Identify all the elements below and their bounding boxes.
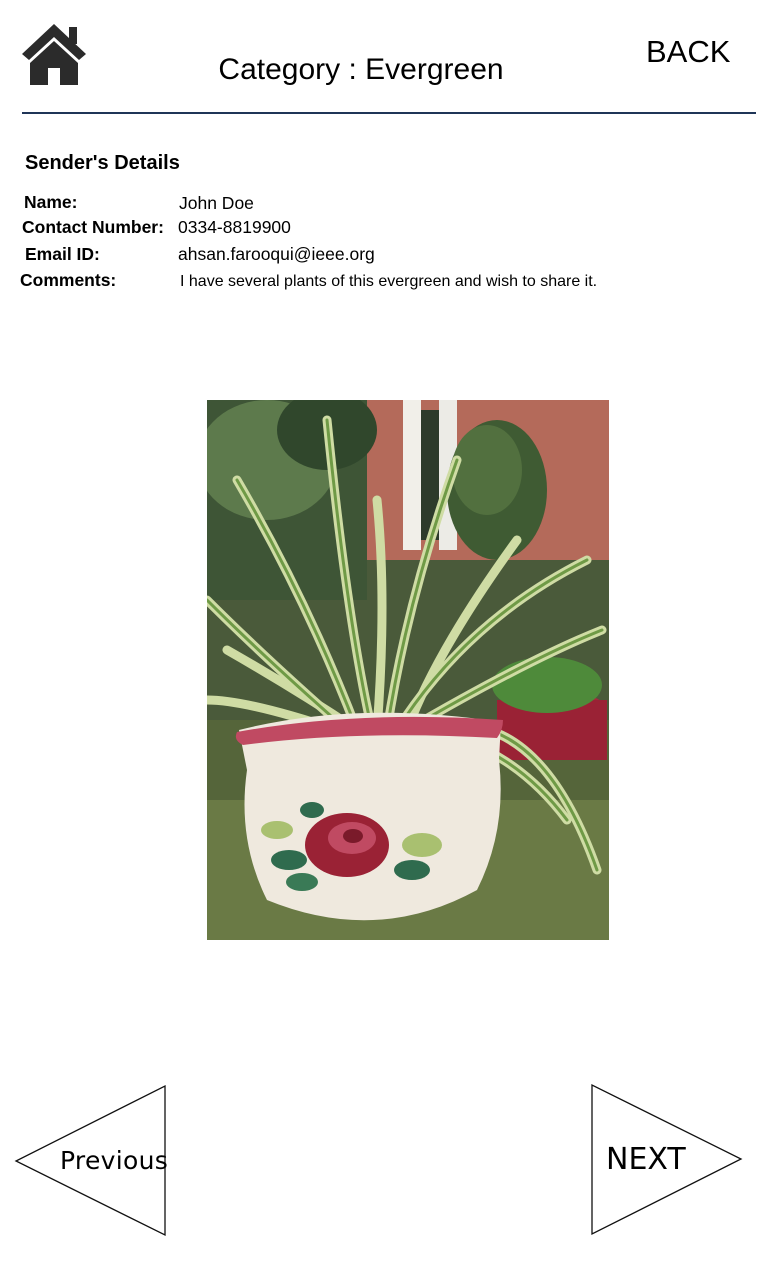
back-button[interactable]: BACK — [646, 34, 730, 70]
name-value: John Doe — [179, 193, 254, 213]
comments-value: I have several plants of this evergreen … — [180, 273, 598, 290]
comments-label: Comments: — [20, 270, 117, 290]
next-label: NEXT — [606, 1142, 686, 1177]
previous-label: Previous — [60, 1146, 169, 1175]
contact-number-label: Contact Number: — [22, 217, 164, 237]
contact-number-value: 0334-8819900 — [178, 217, 291, 237]
plant-photo — [207, 400, 609, 940]
email-value: ahsan.farooqui@ieee.org — [178, 244, 375, 264]
name-label: Name: — [24, 192, 78, 212]
email-label: Email ID: — [25, 244, 100, 264]
page-title: Category : Evergreen — [218, 53, 504, 86]
header-divider — [22, 112, 756, 114]
sender-details-heading: Sender's Details — [25, 152, 180, 174]
